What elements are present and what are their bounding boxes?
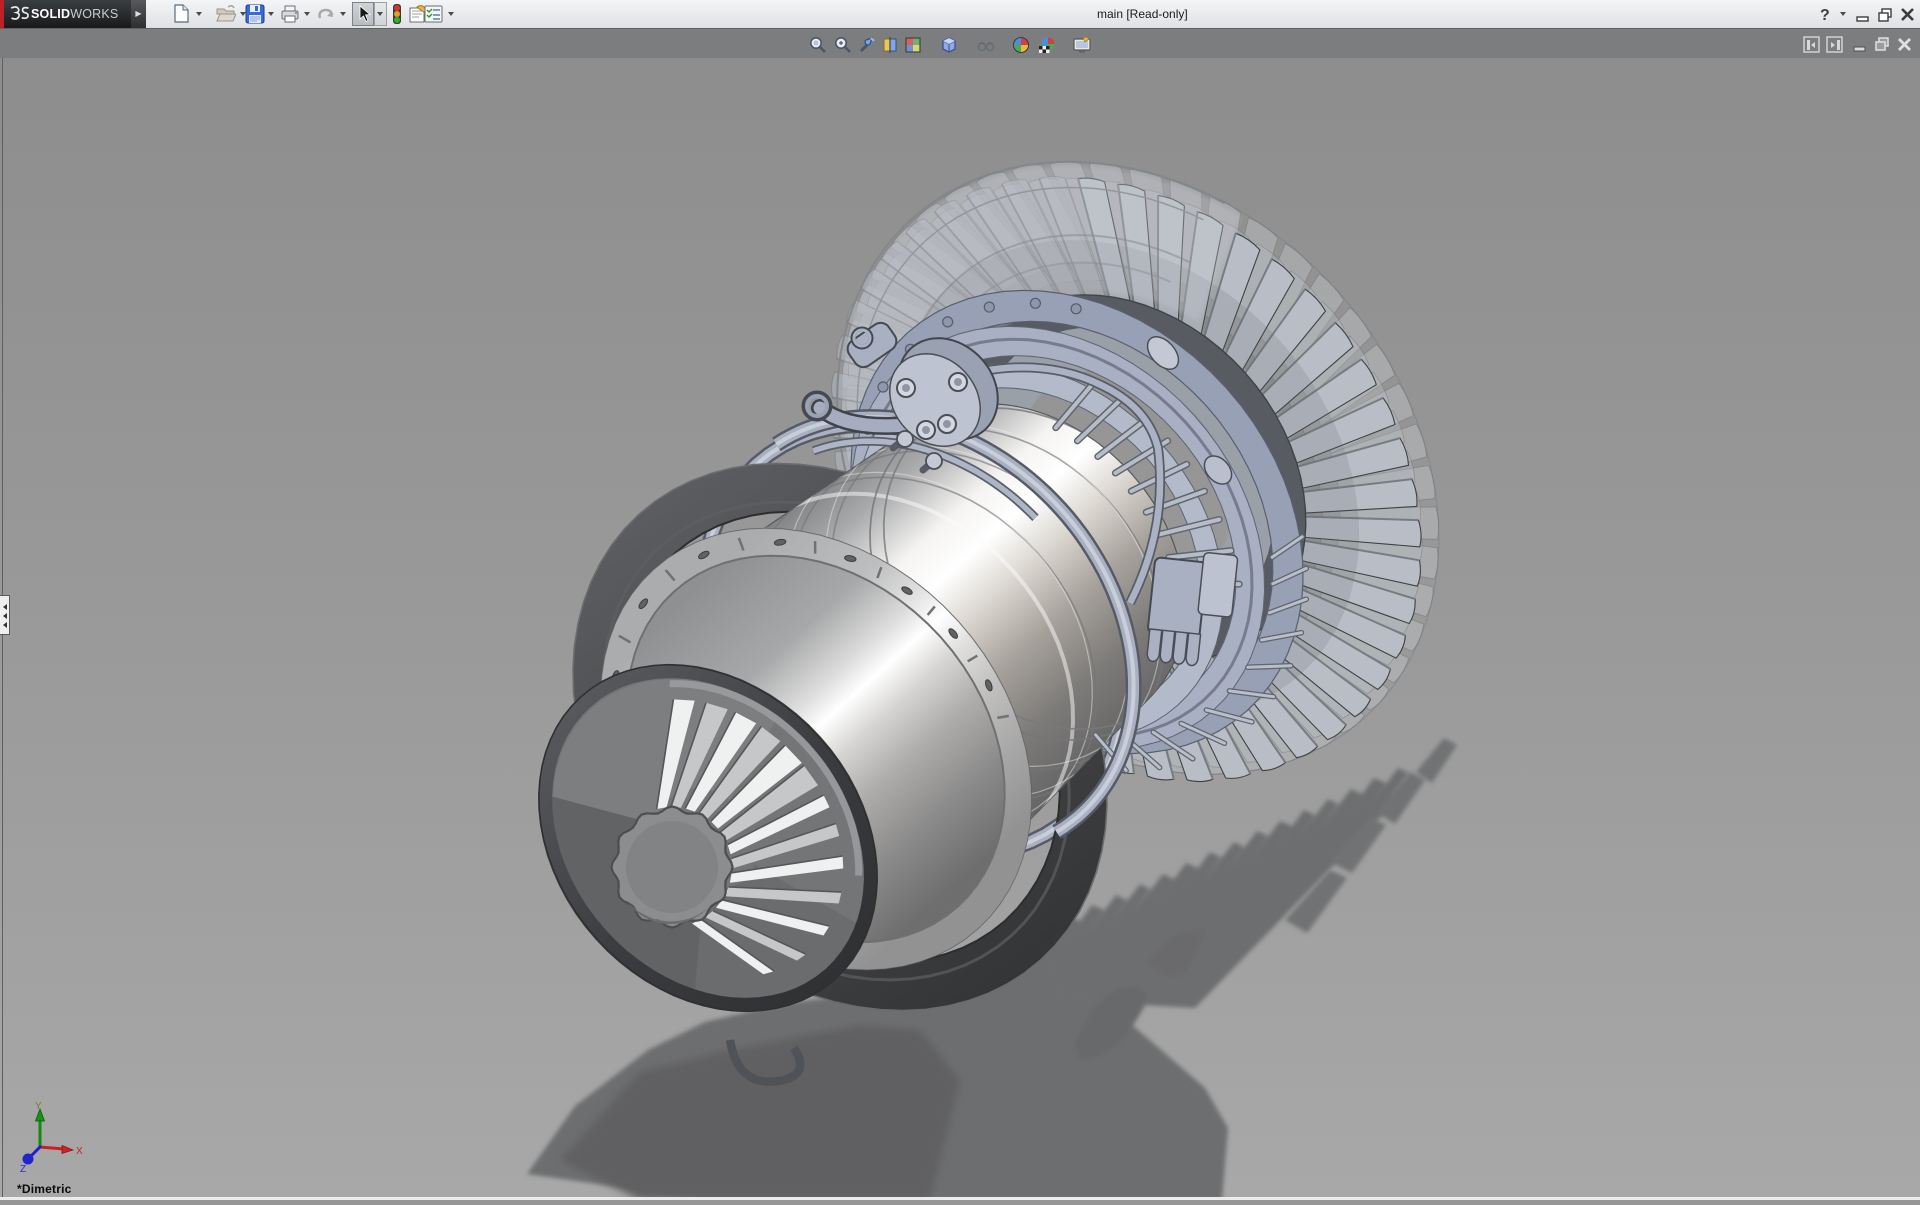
svg-text:?: ? <box>1820 7 1830 24</box>
svg-text:X: X <box>76 1146 83 1157</box>
svg-text:Z: Z <box>20 1164 26 1174</box>
svg-text:Y: Y <box>35 1101 42 1112</box>
